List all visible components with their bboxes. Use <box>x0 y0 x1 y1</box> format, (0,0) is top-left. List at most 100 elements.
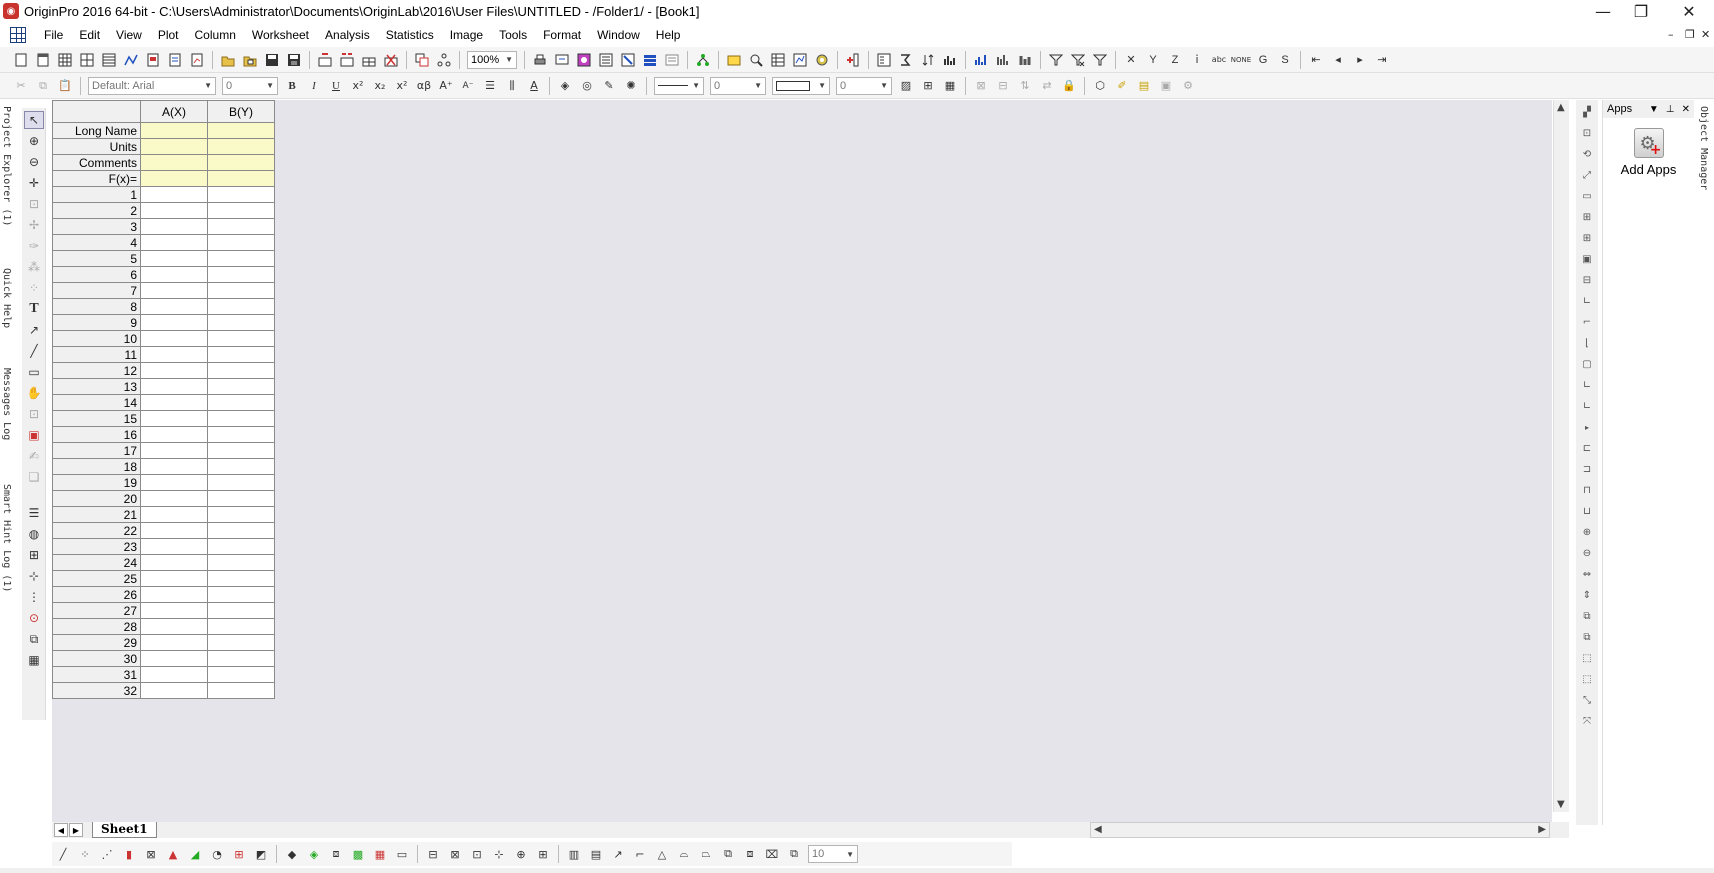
data-cell[interactable] <box>140 346 208 363</box>
draw-data-icon[interactable]: ✑ <box>24 237 44 255</box>
data-cell[interactable] <box>207 218 275 235</box>
scroll-down-icon[interactable]: ▼ <box>1557 799 1565 810</box>
fit-dialog-icon[interactable] <box>791 51 809 69</box>
data-cell[interactable] <box>207 522 275 539</box>
image-plot-icon[interactable]: ▦ <box>371 845 389 863</box>
script-window-icon[interactable] <box>663 51 681 69</box>
worksheet-grid-icon[interactable] <box>10 27 26 43</box>
split-icon[interactable]: ⊟ <box>994 77 1012 95</box>
align-bottom-obj-icon[interactable]: ⊔ <box>1578 503 1596 520</box>
data-cell[interactable] <box>207 346 275 363</box>
multi-panel-icon[interactable]: ⊠ <box>446 845 464 863</box>
matrix-plot-icon[interactable]: ▭ <box>393 845 411 863</box>
new-sheet-icon[interactable] <box>100 51 118 69</box>
refresh-icon[interactable] <box>553 51 571 69</box>
group-icon[interactable]: ⬚ <box>1578 650 1596 667</box>
row-header[interactable]: 21 <box>52 506 141 523</box>
data-reader-icon[interactable]: ⊡ <box>24 195 44 213</box>
move-right-icon[interactable]: ▸ <box>1351 51 1369 69</box>
data-cell[interactable] <box>140 266 208 283</box>
row-header[interactable]: 32 <box>52 682 141 699</box>
filter-options-icon[interactable] <box>1091 51 1109 69</box>
increase-font-icon[interactable]: A⁺ <box>437 77 455 95</box>
swap-icon[interactable]: ⇄ <box>1038 77 1056 95</box>
menu-format[interactable]: Format <box>535 24 589 46</box>
data-cell[interactable] <box>140 602 208 619</box>
mdi-minimize-button[interactable]: – <box>1668 28 1674 41</box>
column-header-a[interactable]: A(X) <box>140 100 208 123</box>
data-cell[interactable] <box>207 570 275 587</box>
open-template-icon[interactable] <box>241 51 259 69</box>
row-header[interactable]: 18 <box>52 458 141 475</box>
row-header[interactable]: 6 <box>52 266 141 283</box>
3d-bar-icon[interactable]: ⧈ <box>327 845 345 863</box>
menu-view[interactable]: View <box>108 24 150 46</box>
import-wizard-icon[interactable] <box>360 51 378 69</box>
zoom-combo[interactable]: 100% ▼ <box>467 50 517 69</box>
underline-icon[interactable]: U <box>327 77 345 95</box>
scroll-left-icon[interactable]: ◀ <box>1094 824 1102 835</box>
horizontal-scrollbar[interactable]: ◀ ▶ <box>1090 822 1550 838</box>
align-top-obj-icon[interactable]: ⊓ <box>1578 482 1596 499</box>
row-header[interactable]: 8 <box>52 298 141 315</box>
new-project-icon[interactable] <box>12 51 30 69</box>
insert-image-icon[interactable]: ▣ <box>24 426 44 444</box>
data-cell[interactable] <box>207 474 275 491</box>
align-left-obj-icon[interactable]: ⊏ <box>1578 440 1596 457</box>
print-icon[interactable] <box>531 51 549 69</box>
menu-window[interactable]: Window <box>589 24 648 46</box>
align-middle-icon[interactable]: ⊖ <box>1578 545 1596 562</box>
row-header[interactable]: 25 <box>52 570 141 587</box>
bold-icon[interactable]: B <box>283 77 301 95</box>
group-objects-icon[interactable]: ⬡ <box>1091 77 1109 95</box>
data-cell[interactable] <box>140 474 208 491</box>
line-width-combo[interactable]: 0 ▼ <box>710 76 766 95</box>
grid-icon[interactable]: ▦ <box>941 77 959 95</box>
move-left-icon[interactable]: ◂ <box>1329 51 1347 69</box>
data-cell[interactable] <box>207 538 275 555</box>
mdi-restore-button[interactable]: ❐ <box>1685 28 1695 41</box>
data-cell[interactable] <box>207 666 275 683</box>
ungroup-icon[interactable]: ⬚ <box>1578 671 1596 688</box>
pointer-icon[interactable]: ↖ <box>24 111 44 129</box>
row-header[interactable]: 11 <box>52 346 141 363</box>
meta-cell[interactable] <box>140 138 208 155</box>
pin-icon[interactable]: ⊥ <box>1666 104 1675 115</box>
folder-color-icon[interactable]: ▤ <box>1135 77 1153 95</box>
highlight-icon[interactable]: ✐ <box>1113 77 1131 95</box>
data-cell[interactable] <box>207 490 275 507</box>
previous-sheet-icon[interactable]: ◀ <box>54 823 68 837</box>
import-ascii-icon[interactable] <box>316 51 334 69</box>
right-y-axis-icon[interactable]: ⊞ <box>1578 230 1596 247</box>
project-explorer-icon[interactable] <box>575 51 593 69</box>
row-header[interactable]: 5 <box>52 250 141 267</box>
meta-cell[interactable] <box>207 138 275 155</box>
row-header[interactable]: 28 <box>52 618 141 635</box>
data-cell[interactable] <box>207 506 275 523</box>
column-plot-icon[interactable]: ▮ <box>120 845 138 863</box>
menu-image[interactable]: Image <box>442 24 491 46</box>
line-tool-icon[interactable]: ╱ <box>24 342 44 360</box>
data-cell[interactable] <box>140 426 208 443</box>
meta-row-label[interactable]: Comments <box>52 154 141 171</box>
batch-plot-icon[interactable] <box>435 51 453 69</box>
data-cell[interactable] <box>140 362 208 379</box>
3d-scatter-icon[interactable]: ◈ <box>305 845 323 863</box>
set-as-label-icon[interactable]: abc <box>1210 51 1228 69</box>
app-gear-icon[interactable] <box>813 51 831 69</box>
row-header[interactable]: 27 <box>52 602 141 619</box>
axis-left-icon[interactable]: ⌊ <box>1578 335 1596 352</box>
data-cell[interactable] <box>140 458 208 475</box>
settings-icon[interactable]: ⚙ <box>1179 77 1197 95</box>
set-as-error-icon[interactable]: ⅰ <box>1188 51 1206 69</box>
same-width-icon[interactable]: ⇔ <box>1578 566 1596 583</box>
axis-box-icon[interactable]: ▢ <box>1578 356 1596 373</box>
data-cell[interactable] <box>207 554 275 571</box>
add-column-icon[interactable] <box>844 51 862 69</box>
line-plot-icon[interactable]: ╱ <box>54 845 72 863</box>
bar-graph-icon[interactable]: ▤ <box>587 845 605 863</box>
import-excel-icon[interactable] <box>382 51 400 69</box>
font-color-icon[interactable]: A <box>525 77 543 95</box>
borders-icon[interactable]: ⊞ <box>919 77 937 95</box>
data-cell[interactable] <box>207 378 275 395</box>
